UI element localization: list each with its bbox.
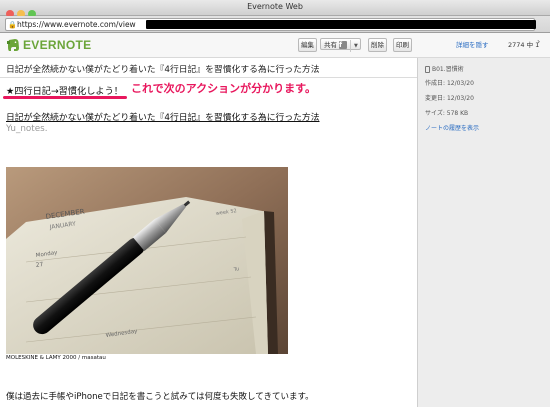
annotation-callout: これで次のアクションが分かります。 [131,82,317,95]
note-heading: ★四行日記→習慣化しよう！ [6,86,123,97]
facebook-icon: f [339,41,347,49]
photo-side-label: Tu [232,266,239,273]
byline: Yu_notes. [6,124,48,134]
size-row: サイズ: 578 KB [425,108,468,117]
title-divider [0,77,417,78]
window-titlebar: Evernote Web [0,0,550,18]
body-paragraph: 僕は過去に手帳やiPhoneで日記を書こうと試みては何度も失敗してきています。 [6,392,314,402]
hide-details-link[interactable]: 詳細を隠す [456,39,489,49]
logo-text: EVERNOTE [23,38,92,52]
edit-button[interactable]: 編集 [298,38,317,52]
print-button[interactable]: 印刷 [393,38,412,52]
article-link[interactable]: 日記が全然続かない僕がたどり着いた『4行日記』を習慣化する為に行った方法 [6,110,320,123]
browser-address-bar: 🔒https://www.evernote.com/view [0,16,550,33]
created-label: 作成日: [425,80,446,87]
size-value: 578 KB [446,110,469,117]
lock-icon: 🔒 [8,21,17,29]
url-text: https://www.evernote.com/view [17,20,136,29]
photo-day-num: 27 [35,261,44,269]
size-label: サイズ: [425,110,445,117]
notebook-name: B01.習慣術 [432,66,464,73]
notebook-row[interactable]: B01.習慣術 [425,64,464,73]
modified-value: 12/03/20 [446,95,474,102]
chevron-down-icon: ▼ [350,40,358,52]
photo-caption: MOLESKINE & LAMY 2000 / masatau [6,355,106,361]
elephant-icon [7,39,19,51]
next-note-arrow-icon[interactable]: › [537,37,540,46]
modified-row: 変更日: 12/03/20 [425,93,474,102]
created-row: 作成日: 12/03/20 [425,78,474,87]
created-value: 12/03/20 [446,80,474,87]
highlight-underline [3,96,127,99]
note-content: 日記が全然続かない僕がたどり着いた『4行日記』を習慣化する為に行った方法 ★四行… [0,58,417,407]
modified-label: 変更日: [425,95,446,102]
window-title: Evernote Web [247,2,303,11]
notebook-icon [425,66,430,73]
moleskine-photo: DECEMBER JANUARY week 52 Monday 27 Tu We… [6,167,288,354]
evernote-logo[interactable]: EVERNOTE [6,37,91,53]
share-button[interactable]: 共有 f ▼ [320,38,361,52]
note-counter: 2774 中 1 [508,41,540,49]
note-history-link[interactable]: ノートの履歴を表示 [425,123,479,132]
url-redaction [146,20,536,29]
url-field[interactable]: 🔒https://www.evernote.com/view [5,18,536,31]
delete-button[interactable]: 削除 [368,38,387,52]
note-title: 日記が全然続かない僕がたどり着いた『4行日記』を習慣化する為に行った方法 [6,65,320,75]
share-label: 共有 [324,41,337,49]
note-details-sidebar: B01.習慣術 作成日: 12/03/20 変更日: 12/03/20 サイズ:… [418,58,550,407]
